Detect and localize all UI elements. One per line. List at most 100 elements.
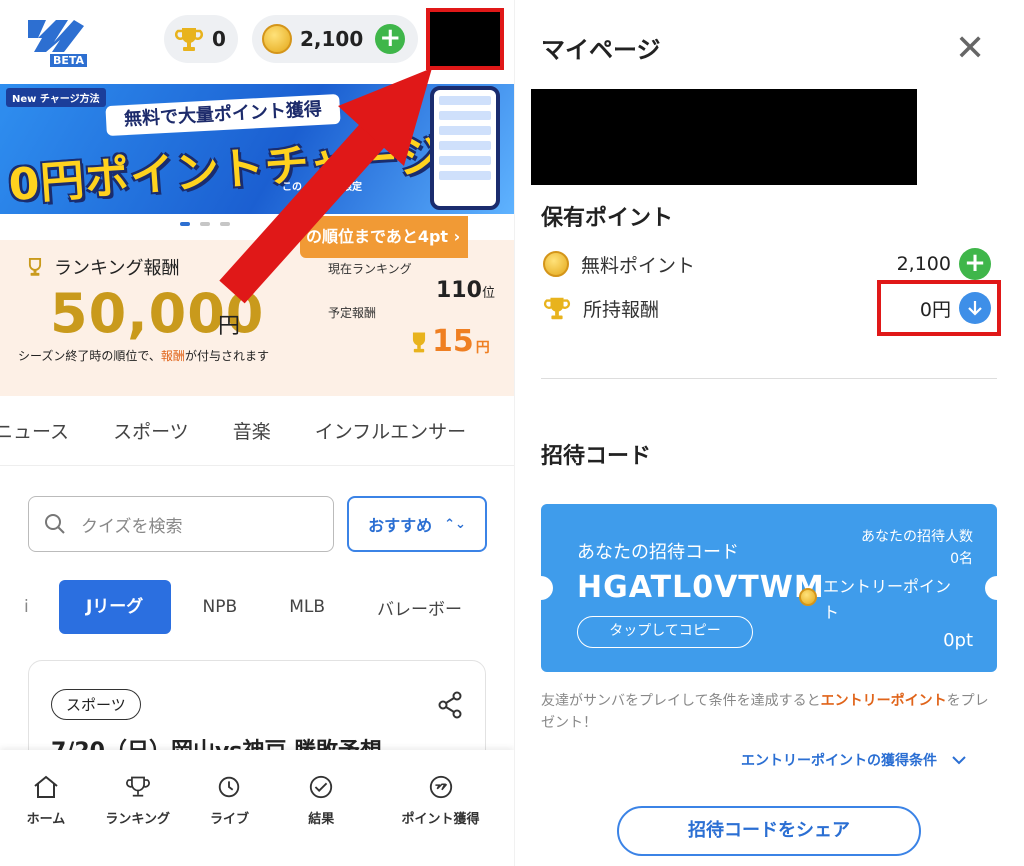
banner-main-text: 0円ポイントチャージ xyxy=(7,129,445,212)
chevron-down-icon xyxy=(952,756,966,765)
nav-home[interactable]: ホーム xyxy=(0,750,92,866)
current-rank-value: 110位 xyxy=(436,278,495,303)
app-logo[interactable]: BETA xyxy=(24,12,88,67)
note-text: シーズン終了時の順位で、 xyxy=(18,349,161,363)
nav-ranking[interactable]: ランキング xyxy=(92,750,184,866)
chip-npb[interactable]: NPB xyxy=(203,597,238,617)
top-bar: BETA 0 2,100 + xyxy=(0,0,514,82)
ranking-reward-label: ランキング報酬 xyxy=(54,258,180,279)
entry-point-value: 0pt xyxy=(943,630,973,651)
check-circle-icon xyxy=(310,775,333,799)
desc-text: 友達がサンバをプレイして条件を達成すると xyxy=(541,693,821,709)
tab-music[interactable]: 音楽 xyxy=(233,417,271,444)
promo-banner[interactable]: New チャージ方法 無料で大量ポイント獲得 0円ポイントチャージ この…わる方… xyxy=(0,84,514,214)
coin-icon xyxy=(543,251,569,277)
trophy-counter[interactable]: 0 xyxy=(164,15,238,63)
current-rank-label: 現在ランキング xyxy=(328,262,412,276)
nav-home-label: ホーム xyxy=(26,812,66,827)
banner-limited-text: この…わる方限定 xyxy=(282,182,362,193)
trophy-icon xyxy=(175,28,203,51)
search-placeholder: クイズを検索 xyxy=(81,516,183,537)
invite-code-heading: 招待コード xyxy=(541,444,652,469)
note-text: が付与されます xyxy=(184,349,269,363)
share-icon[interactable] xyxy=(437,691,463,719)
add-points-button[interactable]: + xyxy=(375,24,406,54)
coin-icon xyxy=(799,588,817,606)
entry-conditions-link[interactable]: エントリーポイントの獲得条件 xyxy=(741,750,966,770)
nav-earn-points[interactable]: ポイント獲得 xyxy=(367,750,514,866)
quiz-category-tag: スポーツ xyxy=(51,689,141,720)
coin-outline-icon xyxy=(429,775,452,799)
redacted-profile xyxy=(531,89,917,185)
search-icon xyxy=(45,514,65,534)
tab-sports[interactable]: スポーツ xyxy=(113,417,189,444)
chip-truncated[interactable]: i xyxy=(24,597,29,617)
expected-number: 15 xyxy=(432,324,474,359)
nav-results[interactable]: 結果 xyxy=(275,750,367,866)
history-clock-icon xyxy=(219,776,240,798)
phone-illustration xyxy=(430,86,500,210)
add-points-button[interactable]: + xyxy=(959,248,991,280)
held-points-heading: 保有ポイント xyxy=(541,206,674,231)
expected-reward-label: 予定報酬 xyxy=(328,306,377,320)
ranking-reward-unit: 円 xyxy=(218,314,241,339)
screenshot-root: BETA 0 2,100 + New チャージ方法 無料で大量ポイント獲得 0円… xyxy=(0,0,1024,866)
subcategory-chips: i Jリーグ NPB MLB バレーボー xyxy=(0,580,514,634)
banner-tag: New チャージ方法 xyxy=(6,88,106,107)
expected-reward-value: 15 円 xyxy=(406,324,490,359)
sort-label: おすすめ xyxy=(368,516,433,535)
held-reward-label: 所持報酬 xyxy=(583,298,660,321)
ranking-reward-title: ランキング報酬 xyxy=(24,254,179,280)
your-code-label: あなたの招待コード xyxy=(577,542,739,563)
category-tabs: ニュース スポーツ 音楽 インフルエンサー xyxy=(0,396,514,466)
share-invite-code-button[interactable]: 招待コードをシェア xyxy=(617,806,921,856)
invite-code[interactable]: HGATL0VTWM xyxy=(577,570,825,605)
mypage-drawer: マイページ ✕ 保有ポイント 無料ポイント 2,100 + 所持報酬 0円 招待… xyxy=(514,0,1024,866)
coin-balance-pill[interactable]: 2,100 + xyxy=(252,15,418,63)
chip-jleague[interactable]: Jリーグ xyxy=(58,580,171,634)
nav-live[interactable]: ライブ xyxy=(184,750,276,866)
invite-description: 友達がサンバをプレイして条件を達成するとエントリーポイントをプレゼント！ xyxy=(541,690,1001,734)
sort-select[interactable]: おすすめ ⌃⌄ xyxy=(347,496,487,552)
tab-influencer[interactable]: インフルエンサー xyxy=(315,417,466,444)
nav-earn-points-label: ポイント獲得 xyxy=(401,812,480,827)
ranking-reward-card[interactable]: ランキング報酬 50,000 円 シーズン終了時の順位で、報酬が付与されます 現… xyxy=(0,240,514,396)
tab-news[interactable]: ニュース xyxy=(0,417,69,444)
nav-results-label: 結果 xyxy=(308,812,335,827)
invite-code-ticket: あなたの招待コード HGATL0VTWM タップしてコピー あなたの招待人数 0… xyxy=(541,504,997,672)
mypage-avatar-button[interactable] xyxy=(426,8,504,70)
note-highlight: 報酬 xyxy=(160,349,185,363)
carousel-dot[interactable] xyxy=(220,222,230,226)
nav-live-label: ライブ xyxy=(209,812,249,827)
expected-unit: 円 xyxy=(475,339,490,356)
free-points-label: 無料ポイント xyxy=(581,254,696,277)
rank-unit: 位 xyxy=(481,286,495,301)
home-icon xyxy=(34,775,58,798)
trophy-outline-icon xyxy=(28,258,42,276)
home-screen: BETA 0 2,100 + New チャージ方法 無料で大量ポイント獲得 0円… xyxy=(0,0,514,866)
invite-count-value: 0名 xyxy=(950,551,973,567)
chip-mlb[interactable]: MLB xyxy=(289,597,325,617)
trophy-icon xyxy=(412,331,426,352)
ranking-reward-note: シーズン終了時の順位で、報酬が付与されます xyxy=(18,346,308,366)
logo-mark-icon xyxy=(28,20,84,52)
nav-ranking-label: ランキング xyxy=(105,812,170,827)
carousel-indicator[interactable] xyxy=(180,222,230,226)
coin-balance: 2,100 xyxy=(300,27,364,51)
section-divider xyxy=(541,378,997,379)
trophy-count: 0 xyxy=(212,27,226,51)
next-rank-pill[interactable]: の順位まであと4pt › xyxy=(300,216,468,258)
quiz-search-input[interactable]: クイズを検索 xyxy=(28,496,334,552)
trophy-icon xyxy=(543,297,571,320)
copy-code-button[interactable]: タップしてコピー xyxy=(577,616,753,648)
carousel-dot-active[interactable] xyxy=(180,222,190,226)
bottom-navigation: ホーム ランキング ライブ 結果 ポイント獲得 xyxy=(0,750,514,866)
beta-badge: BETA xyxy=(50,54,88,67)
coin-icon xyxy=(262,24,292,54)
chip-volleyball[interactable]: バレーボー xyxy=(377,595,462,620)
rank-number: 110 xyxy=(436,278,482,303)
mypage-title: マイページ xyxy=(541,36,661,64)
annotation-highlight-box xyxy=(877,280,1001,336)
close-icon[interactable]: ✕ xyxy=(955,28,985,69)
carousel-dot[interactable] xyxy=(200,222,210,226)
